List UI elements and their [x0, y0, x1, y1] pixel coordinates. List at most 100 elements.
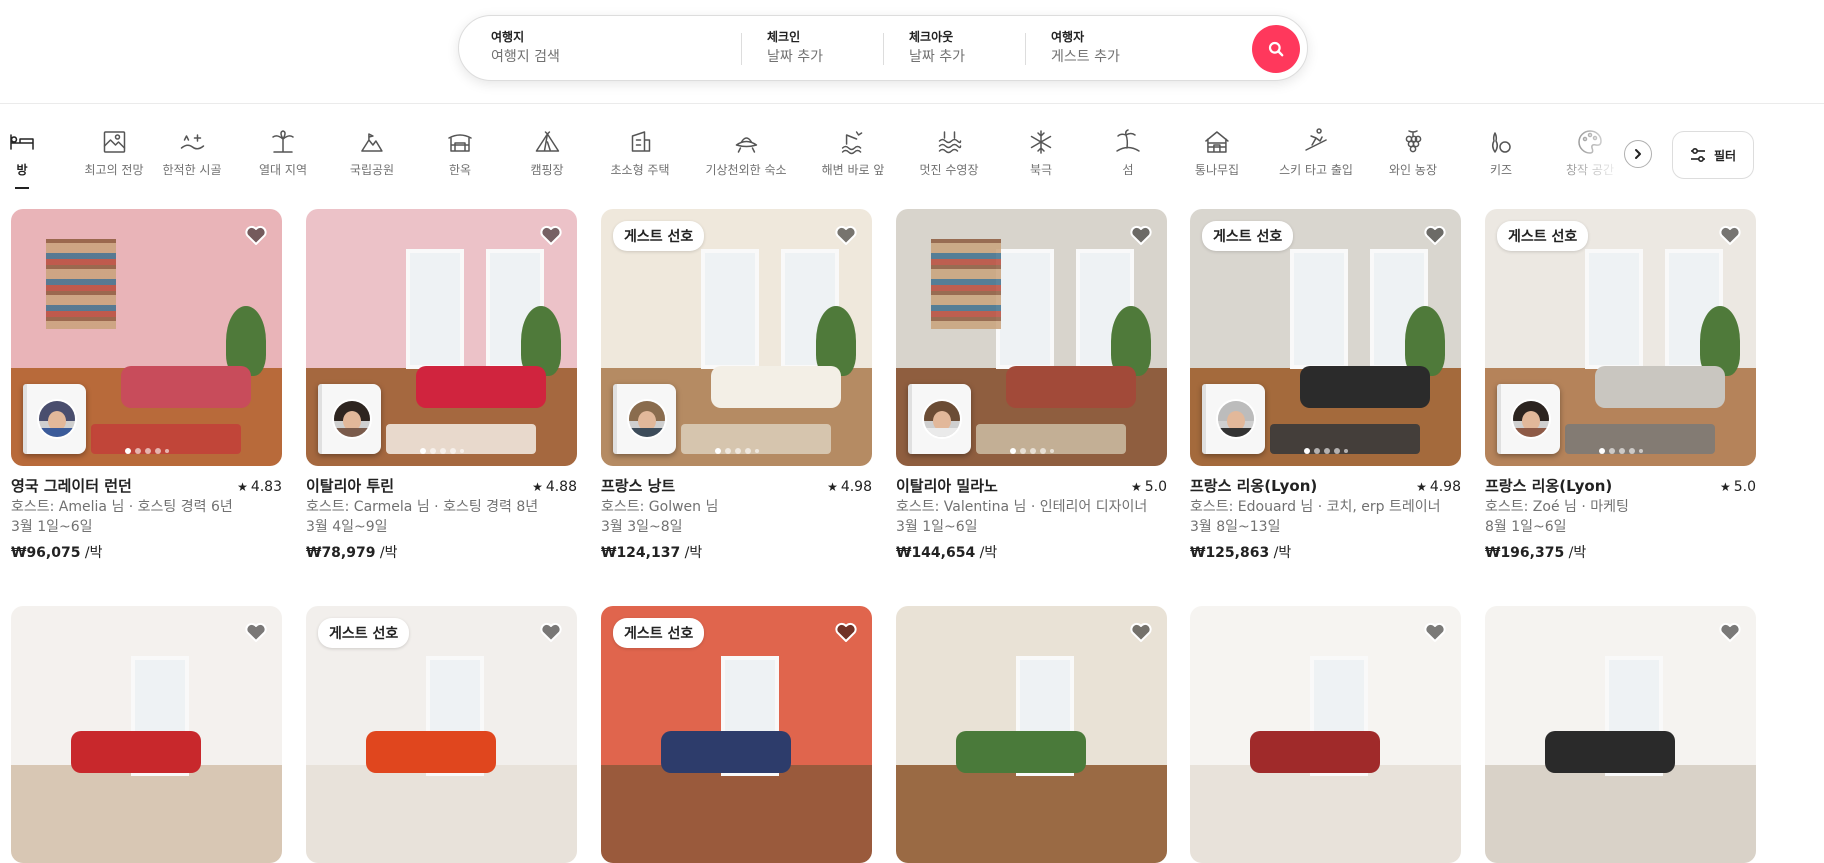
listing-photo[interactable]: 게스트 선호	[1190, 209, 1461, 466]
listing-card[interactable]: 게스트 선호 프랑스 리옹(Lyon) ★ 4.98 호스트: Edouard 님…	[1190, 209, 1461, 563]
listing-card[interactable]: 이탈리아 밀라노 ★ 5.0 호스트: Valentina 님 · 인테리어 디자…	[896, 209, 1167, 563]
heart-icon[interactable]	[539, 620, 563, 644]
category-bed[interactable]: 방	[8, 128, 36, 189]
listing-card[interactable]: 영국 그레이터 런던 ★ 4.83 호스트: Amelia 님 · 호스팅 경력 …	[11, 209, 282, 563]
countryside-icon	[178, 128, 206, 156]
category-cabin[interactable]: 통나무집	[1195, 128, 1239, 178]
listing-photo[interactable]	[896, 606, 1167, 863]
listing-photo[interactable]: 게스트 선호	[601, 606, 872, 863]
host-avatar	[1511, 399, 1551, 439]
listing-photo[interactable]	[896, 209, 1167, 466]
beachfront-icon	[839, 128, 867, 156]
category-beachfront[interactable]: 해변 바로 앞	[822, 128, 884, 178]
photo-sofa	[1250, 731, 1380, 773]
category-pool[interactable]: 멋진 수영장	[919, 128, 979, 178]
star-icon: ★	[1719, 480, 1731, 494]
category-grapes[interactable]: 와인 농장	[1389, 128, 1437, 178]
heart-icon[interactable]	[1718, 620, 1742, 644]
heart-icon[interactable]	[1129, 223, 1153, 247]
category-mountain[interactable]: 국립공원	[350, 128, 394, 178]
listing-card[interactable]: 게스트 선호 프랑스 낭트 ★ 4.98 호스트: Golwen 님 3월 3일~…	[601, 209, 872, 563]
heart-icon[interactable]	[1718, 223, 1742, 247]
host-avatar-card	[613, 384, 676, 454]
category-island[interactable]: 섬	[1114, 128, 1142, 178]
category-countryside[interactable]: 한적한 시골	[162, 128, 222, 178]
guests-label: 여행자	[1051, 30, 1085, 44]
host-avatar	[1216, 399, 1256, 439]
listing-card[interactable]: 게스트 선호	[601, 606, 872, 863]
category-palm-tree[interactable]: 열대 지역	[259, 128, 307, 178]
listing-photo[interactable]	[1485, 606, 1756, 863]
category-label: 와인 농장	[1389, 163, 1437, 177]
category-hanok[interactable]: 한옥	[446, 128, 474, 178]
listing-card[interactable]	[11, 606, 282, 863]
listing-info: 이탈리아 투린 ★ 4.88 호스트: Carmela 님 · 호스팅 경력 8년…	[306, 476, 577, 563]
listing-rating: ★ 4.98	[1416, 477, 1461, 497]
listing-info: 이탈리아 밀라노 ★ 5.0 호스트: Valentina 님 · 인테리어 디자…	[896, 476, 1167, 563]
price-amount: ₩78,979	[306, 545, 376, 561]
listing-card[interactable]	[1190, 606, 1461, 863]
mountain-icon	[358, 128, 386, 156]
price-unit: /박	[1564, 545, 1587, 561]
category-bowling[interactable]: 키즈	[1487, 128, 1515, 178]
category-label: 한적한 시골	[162, 163, 222, 177]
search-button[interactable]	[1252, 25, 1300, 73]
listing-price: ₩125,863 /박	[1190, 543, 1461, 563]
heart-icon[interactable]	[244, 620, 268, 644]
guest-favorite-badge: 게스트 선호	[1497, 221, 1589, 251]
checkout-placeholder[interactable]: 날짜 추가	[909, 47, 965, 67]
guest-favorite-badge: 게스트 선호	[318, 618, 410, 648]
checkin-placeholder[interactable]: 날짜 추가	[767, 47, 823, 67]
listing-card[interactable]	[1485, 606, 1756, 863]
rating-value: 5.0	[1144, 479, 1167, 495]
category-ski[interactable]: 스키 타고 출입	[1279, 128, 1353, 178]
category-snowflake[interactable]: 북극	[1027, 128, 1055, 178]
where-field[interactable]: 여행지 여행지 검색	[491, 29, 560, 67]
heart-icon[interactable]	[1423, 620, 1447, 644]
category-label: 열대 지역	[259, 163, 307, 177]
active-underline	[15, 187, 29, 189]
heart-icon[interactable]	[1129, 620, 1153, 644]
listing-photo[interactable]	[306, 209, 577, 466]
listing-photo[interactable]	[1190, 606, 1461, 863]
rating-value: 4.88	[545, 479, 577, 495]
listing-card[interactable]: 게스트 선호	[306, 606, 577, 863]
listing-photo[interactable]	[11, 209, 282, 466]
category-next-button[interactable]	[1624, 140, 1652, 168]
star-icon: ★	[237, 480, 248, 494]
heart-icon[interactable]	[834, 223, 858, 247]
category-ufo[interactable]: 기상천외한 숙소	[705, 128, 787, 178]
listing-info: 프랑스 낭트 ★ 4.98 호스트: Golwen 님 3월 3일~8일 ₩124…	[601, 476, 872, 563]
price-unit: /박	[975, 545, 998, 561]
photo-floor	[306, 765, 577, 863]
listing-photo[interactable]: 게스트 선호	[601, 209, 872, 466]
listing-card[interactable]: 이탈리아 투린 ★ 4.88 호스트: Carmela 님 · 호스팅 경력 8년…	[306, 209, 577, 563]
listing-card[interactable]	[896, 606, 1167, 863]
heart-icon[interactable]	[1423, 223, 1447, 247]
category-tiny-home[interactable]: 초소형 주택	[610, 128, 670, 178]
guests-placeholder[interactable]: 게스트 추가	[1051, 47, 1120, 67]
host-avatar-card	[1202, 384, 1265, 454]
listing-price: ₩96,075 /박	[11, 543, 282, 563]
category-view-frame[interactable]: 최고의 전망	[84, 128, 144, 178]
guest-favorite-badge: 게스트 선호	[1202, 221, 1294, 251]
listing-photo[interactable]: 게스트 선호	[1485, 209, 1756, 466]
heart-icon[interactable]	[834, 620, 858, 644]
host-avatar	[627, 399, 667, 439]
photo-floor	[11, 765, 282, 863]
heart-icon[interactable]	[244, 223, 268, 247]
category-tent[interactable]: 캠핑장	[530, 128, 564, 178]
listing-location: 이탈리아 투린	[306, 477, 395, 495]
heart-icon[interactable]	[539, 223, 563, 247]
guests-field[interactable]: 여행자 게스트 추가	[1051, 29, 1120, 67]
filter-button[interactable]: 필터	[1672, 131, 1754, 179]
checkout-field[interactable]: 체크아웃 날짜 추가	[909, 29, 965, 67]
listing-photo[interactable]	[11, 606, 282, 863]
checkin-label: 체크인	[767, 30, 801, 44]
where-placeholder[interactable]: 여행지 검색	[491, 47, 560, 67]
checkin-field[interactable]: 체크인 날짜 추가	[767, 29, 823, 67]
filter-label: 필터	[1713, 148, 1737, 163]
listing-photo[interactable]: 게스트 선호	[306, 606, 577, 863]
listing-card[interactable]: 게스트 선호 프랑스 리옹(Lyon) ★ 5.0 호스트: Zoé 님 · 마케…	[1485, 209, 1756, 563]
listing-location: 영국 그레이터 런던	[11, 477, 132, 495]
